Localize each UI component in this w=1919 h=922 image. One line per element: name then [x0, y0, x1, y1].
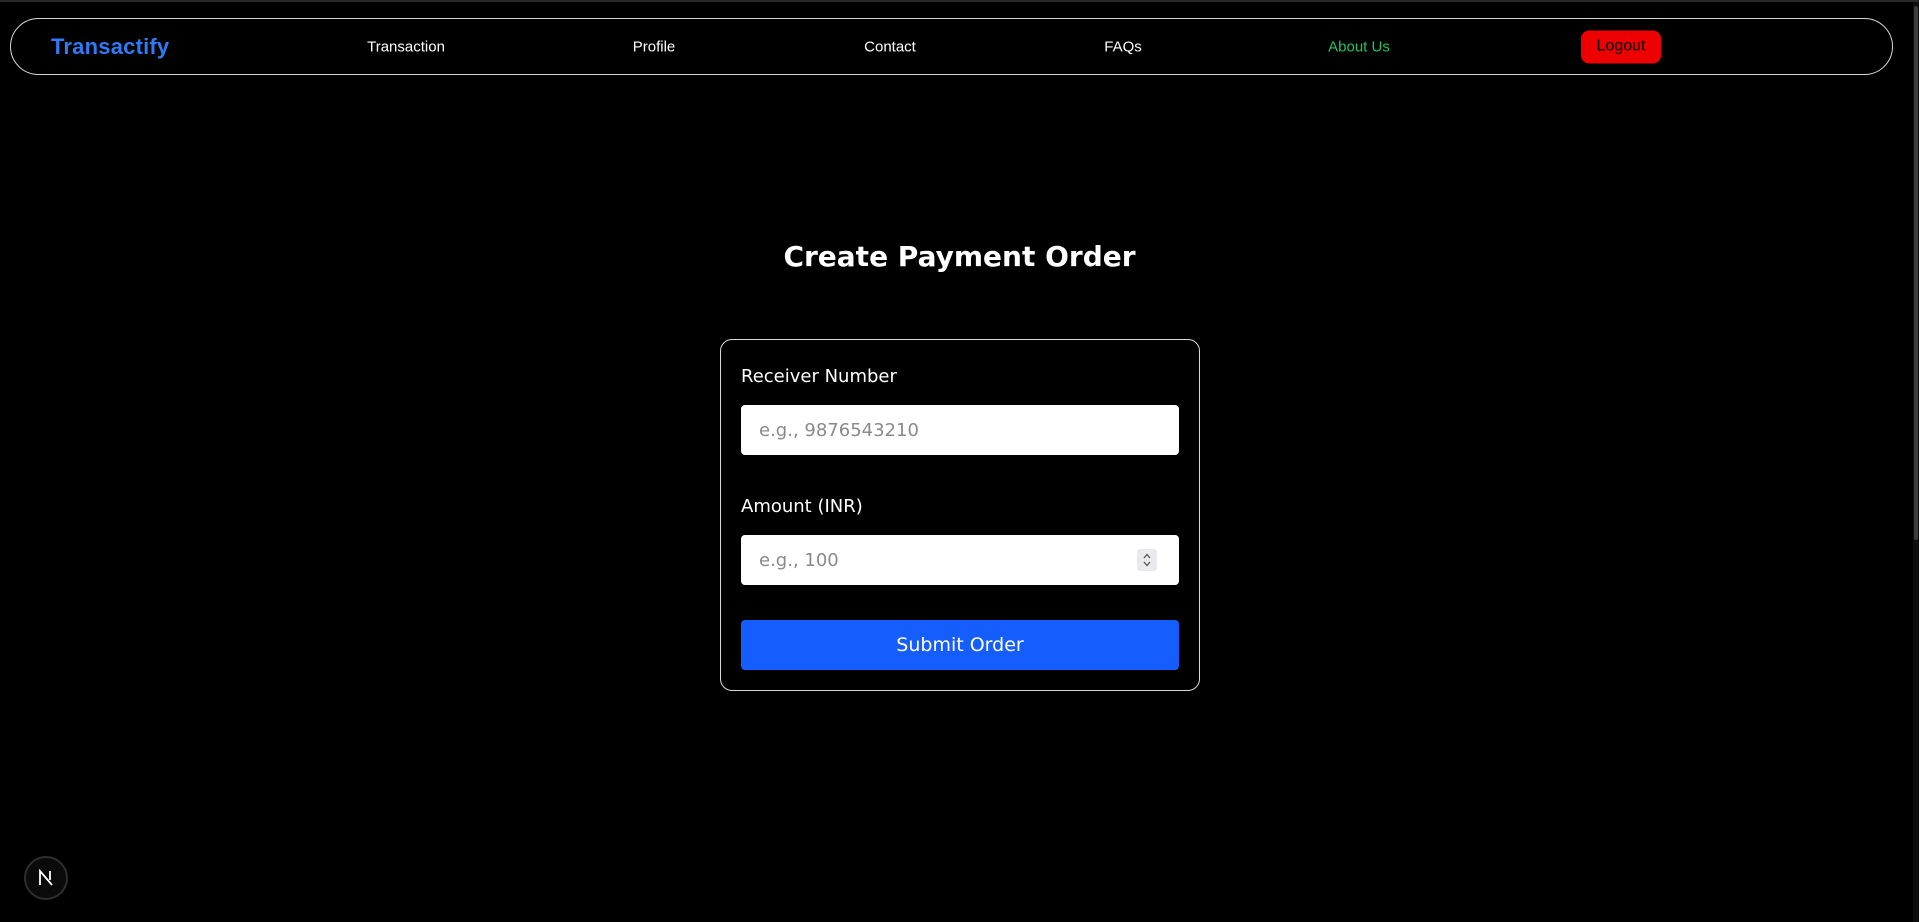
receiver-number-label: Receiver Number	[741, 366, 897, 387]
nav-link-transaction[interactable]: Transaction	[367, 38, 445, 55]
page-title: Create Payment Order	[783, 240, 1136, 273]
chevron-up-icon[interactable]	[1142, 552, 1152, 560]
nav-link-about-us[interactable]: About Us	[1328, 38, 1390, 55]
chevron-down-icon[interactable]	[1142, 560, 1152, 568]
submit-order-button[interactable]: Submit Order	[741, 620, 1179, 670]
logout-button[interactable]: Logout	[1581, 30, 1661, 63]
nextjs-dev-indicator[interactable]	[24, 856, 68, 900]
nav-link-faqs[interactable]: FAQs	[1104, 38, 1142, 55]
scrollbar-thumb[interactable]	[1914, 6, 1918, 540]
brand-logo[interactable]: Transactify	[51, 34, 169, 60]
nav-link-contact[interactable]: Contact	[864, 38, 916, 55]
page: Transactify Transaction Profile Contact …	[0, 0, 1919, 922]
payment-order-form: Receiver Number Amount (INR) Submit Orde…	[720, 339, 1200, 691]
amount-stepper[interactable]	[1137, 549, 1157, 571]
receiver-number-input[interactable]	[741, 405, 1179, 455]
amount-input[interactable]	[741, 535, 1179, 585]
scrollbar-track[interactable]	[1913, 2, 1919, 922]
amount-label: Amount (INR)	[741, 496, 863, 517]
nav-link-profile[interactable]: Profile	[633, 38, 676, 55]
nextjs-n-icon	[39, 869, 53, 886]
navbar: Transactify Transaction Profile Contact …	[10, 18, 1893, 75]
